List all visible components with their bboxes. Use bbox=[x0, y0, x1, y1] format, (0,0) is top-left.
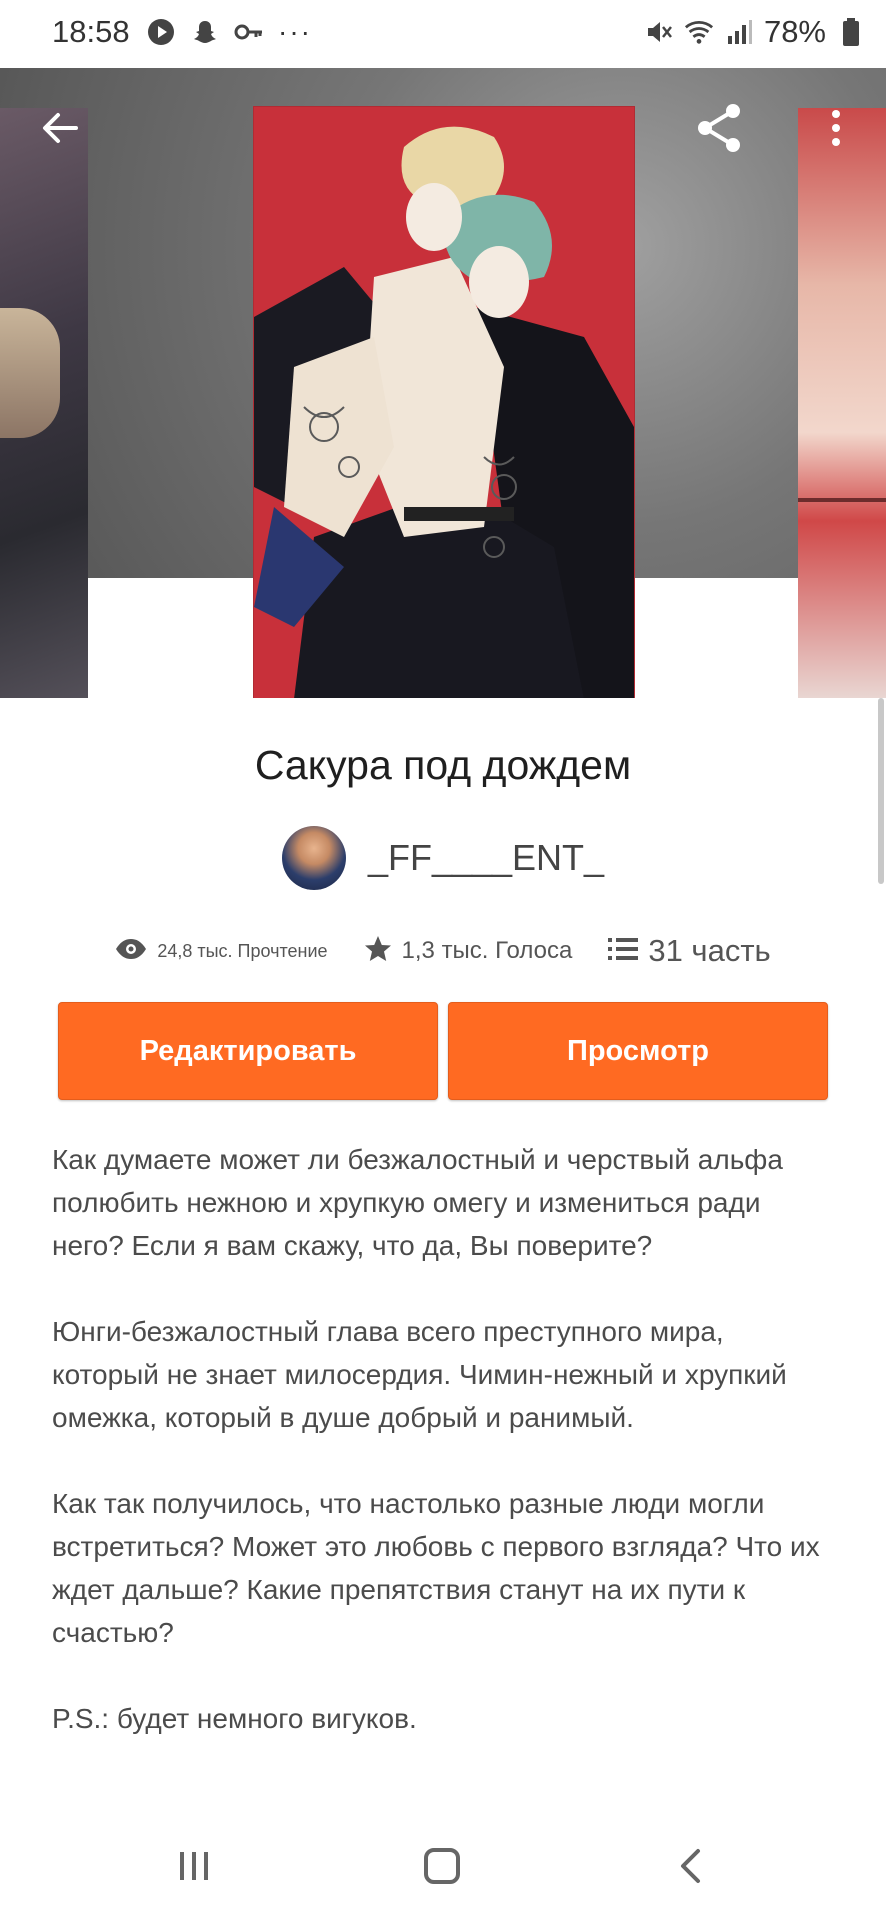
signal-icon bbox=[724, 17, 754, 47]
status-time: 18:58 bbox=[52, 14, 130, 49]
status-notification-icons: ··· bbox=[146, 16, 312, 48]
story-description: Как думаете может ли безжалостный и черс… bbox=[52, 1138, 832, 1740]
previous-cover[interactable] bbox=[0, 108, 88, 698]
story-header bbox=[0, 68, 886, 698]
description-paragraph: Юнги-безжалостный глава всего преступног… bbox=[52, 1316, 787, 1433]
recent-apps-icon[interactable] bbox=[164, 1836, 224, 1896]
star-icon bbox=[364, 935, 392, 968]
eye-icon bbox=[115, 938, 147, 965]
more-vertical-icon[interactable] bbox=[806, 98, 866, 158]
wifi-icon bbox=[684, 17, 714, 47]
author-row[interactable]: _FF____ENT_ bbox=[0, 826, 886, 890]
next-cover-divider bbox=[798, 498, 886, 502]
author-avatar[interactable] bbox=[281, 826, 346, 890]
story-cover-image[interactable] bbox=[253, 106, 635, 698]
key-icon bbox=[234, 17, 264, 47]
share-icon[interactable] bbox=[690, 98, 750, 158]
story-stats: 24,8 тыс. Прочтение 1,3 тыс. Голоса 31 ч… bbox=[0, 926, 886, 976]
status-bar: 18:58 ··· 78% bbox=[0, 0, 886, 68]
parts-count[interactable]: 31 часть bbox=[648, 933, 770, 969]
home-icon[interactable] bbox=[412, 1836, 472, 1896]
cover-illustration bbox=[254, 107, 634, 698]
author-name[interactable]: _FF____ENT_ bbox=[368, 837, 604, 879]
story-title: Сакура под дождем bbox=[254, 742, 632, 788]
battery-icon bbox=[836, 17, 866, 47]
list-icon bbox=[608, 937, 639, 966]
votes-count: 1,3 тыс. Голоса bbox=[401, 937, 573, 964]
next-cover[interactable] bbox=[798, 108, 886, 698]
status-system-icons: 78% bbox=[644, 14, 866, 50]
mute-icon bbox=[644, 17, 674, 47]
more-notifications-icon: ··· bbox=[278, 16, 312, 47]
back-arrow-icon[interactable] bbox=[30, 98, 90, 158]
play-icon bbox=[146, 17, 176, 47]
battery-percent: 78% bbox=[763, 14, 826, 49]
parts-stat[interactable]: 31 часть bbox=[608, 933, 771, 969]
reads-count: 24,8 тыс. Прочтение bbox=[157, 940, 328, 961]
description-paragraph: Как думаете может ли безжалостный и черс… bbox=[52, 1144, 783, 1261]
back-icon[interactable] bbox=[660, 1836, 720, 1896]
reads-stat: 24,8 тыс. Прочтение bbox=[115, 938, 328, 965]
description-paragraph: P.S.: будет немного вигуков. bbox=[52, 1703, 417, 1734]
snapchat-icon bbox=[190, 17, 220, 47]
description-paragraph: Как так получилось, что настолько разные… bbox=[52, 1488, 820, 1648]
action-buttons: Редактировать Просмотр bbox=[58, 1002, 828, 1100]
navigation-bar bbox=[0, 1814, 886, 1920]
edit-button[interactable]: Редактировать bbox=[58, 1002, 438, 1100]
view-button[interactable]: Просмотр bbox=[448, 1002, 828, 1100]
votes-stat: 1,3 тыс. Голоса bbox=[364, 935, 573, 968]
previous-cover-art bbox=[0, 308, 60, 438]
